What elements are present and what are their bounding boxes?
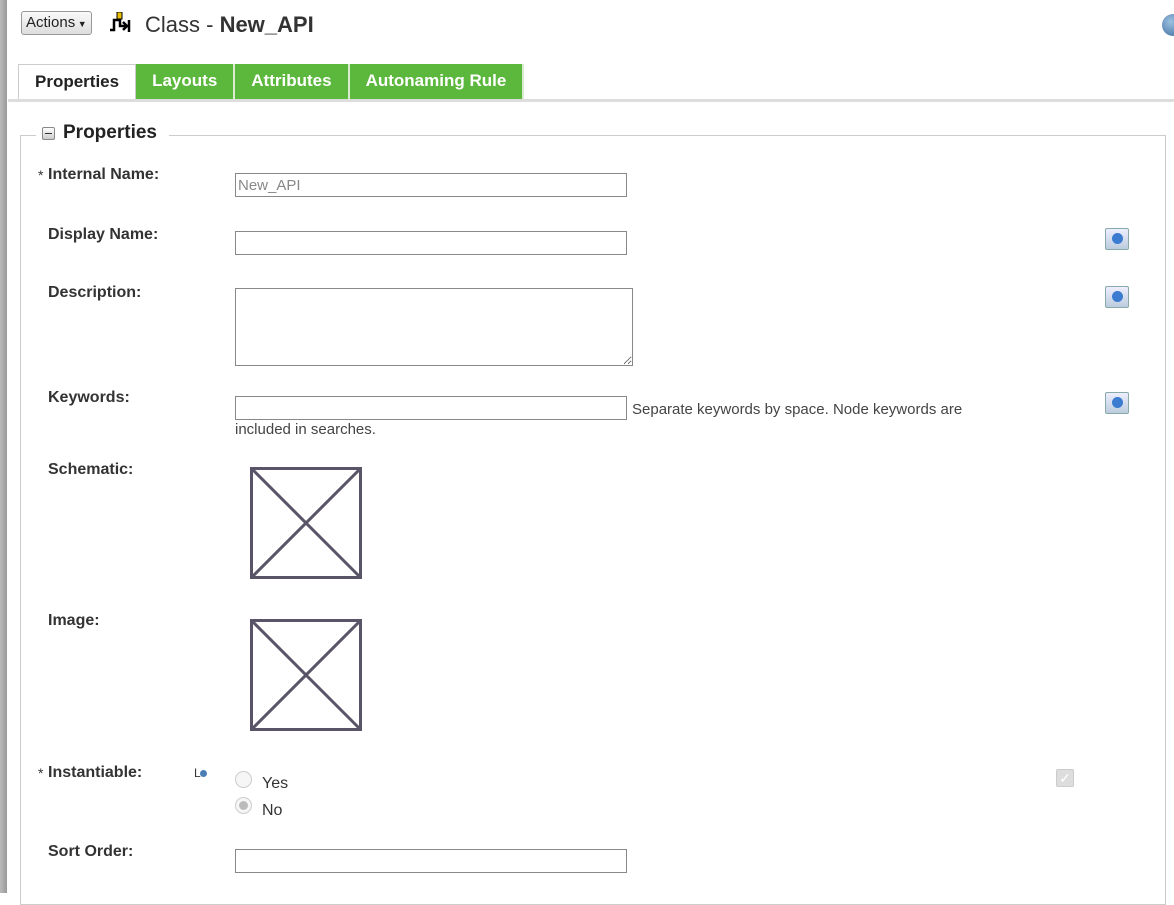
actions-label: Actions: [26, 13, 76, 31]
instantiable-label: Instantiable:: [48, 764, 143, 781]
description-label: Description:: [48, 284, 142, 301]
section-title: Properties: [63, 122, 157, 143]
instantiable-yes-radio[interactable]: [235, 771, 252, 788]
sort-order-input[interactable]: [235, 849, 627, 873]
localize-icon[interactable]: [1105, 286, 1129, 308]
class-icon: [110, 12, 131, 32]
tab-autonaming-rule[interactable]: Autonaming Rule: [349, 64, 525, 99]
image-placeholder[interactable]: [250, 619, 362, 731]
display-name-input[interactable]: [235, 231, 627, 255]
instantiable-no-radio[interactable]: [235, 797, 252, 814]
tab-bar: Properties Layouts Attributes Autonaming…: [18, 64, 525, 101]
localize-icon[interactable]: [1105, 392, 1129, 414]
actions-button[interactable]: Actions ▼: [21, 11, 92, 35]
display-name-label: Display Name:: [48, 226, 159, 243]
description-textarea[interactable]: [235, 288, 633, 366]
image-label: Image:: [48, 612, 100, 629]
internal-name-input[interactable]: [235, 173, 627, 197]
help-icon[interactable]: [1162, 14, 1174, 36]
keywords-input[interactable]: [235, 396, 627, 420]
tab-attributes[interactable]: Attributes: [235, 64, 350, 99]
sort-order-label: Sort Order:: [48, 843, 134, 860]
keywords-label: Keywords:: [48, 389, 130, 406]
keywords-hint: Separate keywords by space. Node keyword…: [632, 401, 963, 418]
section-legend: Properties: [36, 122, 169, 144]
tab-properties[interactable]: Properties: [18, 64, 137, 101]
inherited-icon: L: [194, 766, 207, 780]
collapse-icon[interactable]: [42, 126, 55, 140]
page-title: Class - New_API: [145, 12, 314, 38]
override-checkbox[interactable]: ✓: [1056, 769, 1074, 787]
chevron-down-icon: ▼: [75, 18, 87, 29]
tab-divider: [8, 99, 1174, 102]
title-prefix: Class -: [145, 12, 220, 37]
tab-layouts[interactable]: Layouts: [136, 64, 236, 99]
required-marker: *: [38, 765, 44, 781]
schematic-image-placeholder[interactable]: [250, 467, 362, 579]
keywords-hint-cont: included in searches.: [235, 421, 376, 438]
left-frame-border: [0, 0, 7, 893]
yes-label: Yes: [262, 775, 289, 792]
no-label: No: [262, 802, 283, 819]
schematic-label: Schematic:: [48, 461, 134, 478]
title-class-name: New_API: [219, 12, 314, 37]
internal-name-label: Internal Name:: [48, 166, 160, 183]
localize-icon[interactable]: [1105, 228, 1129, 250]
required-marker: *: [38, 167, 44, 183]
